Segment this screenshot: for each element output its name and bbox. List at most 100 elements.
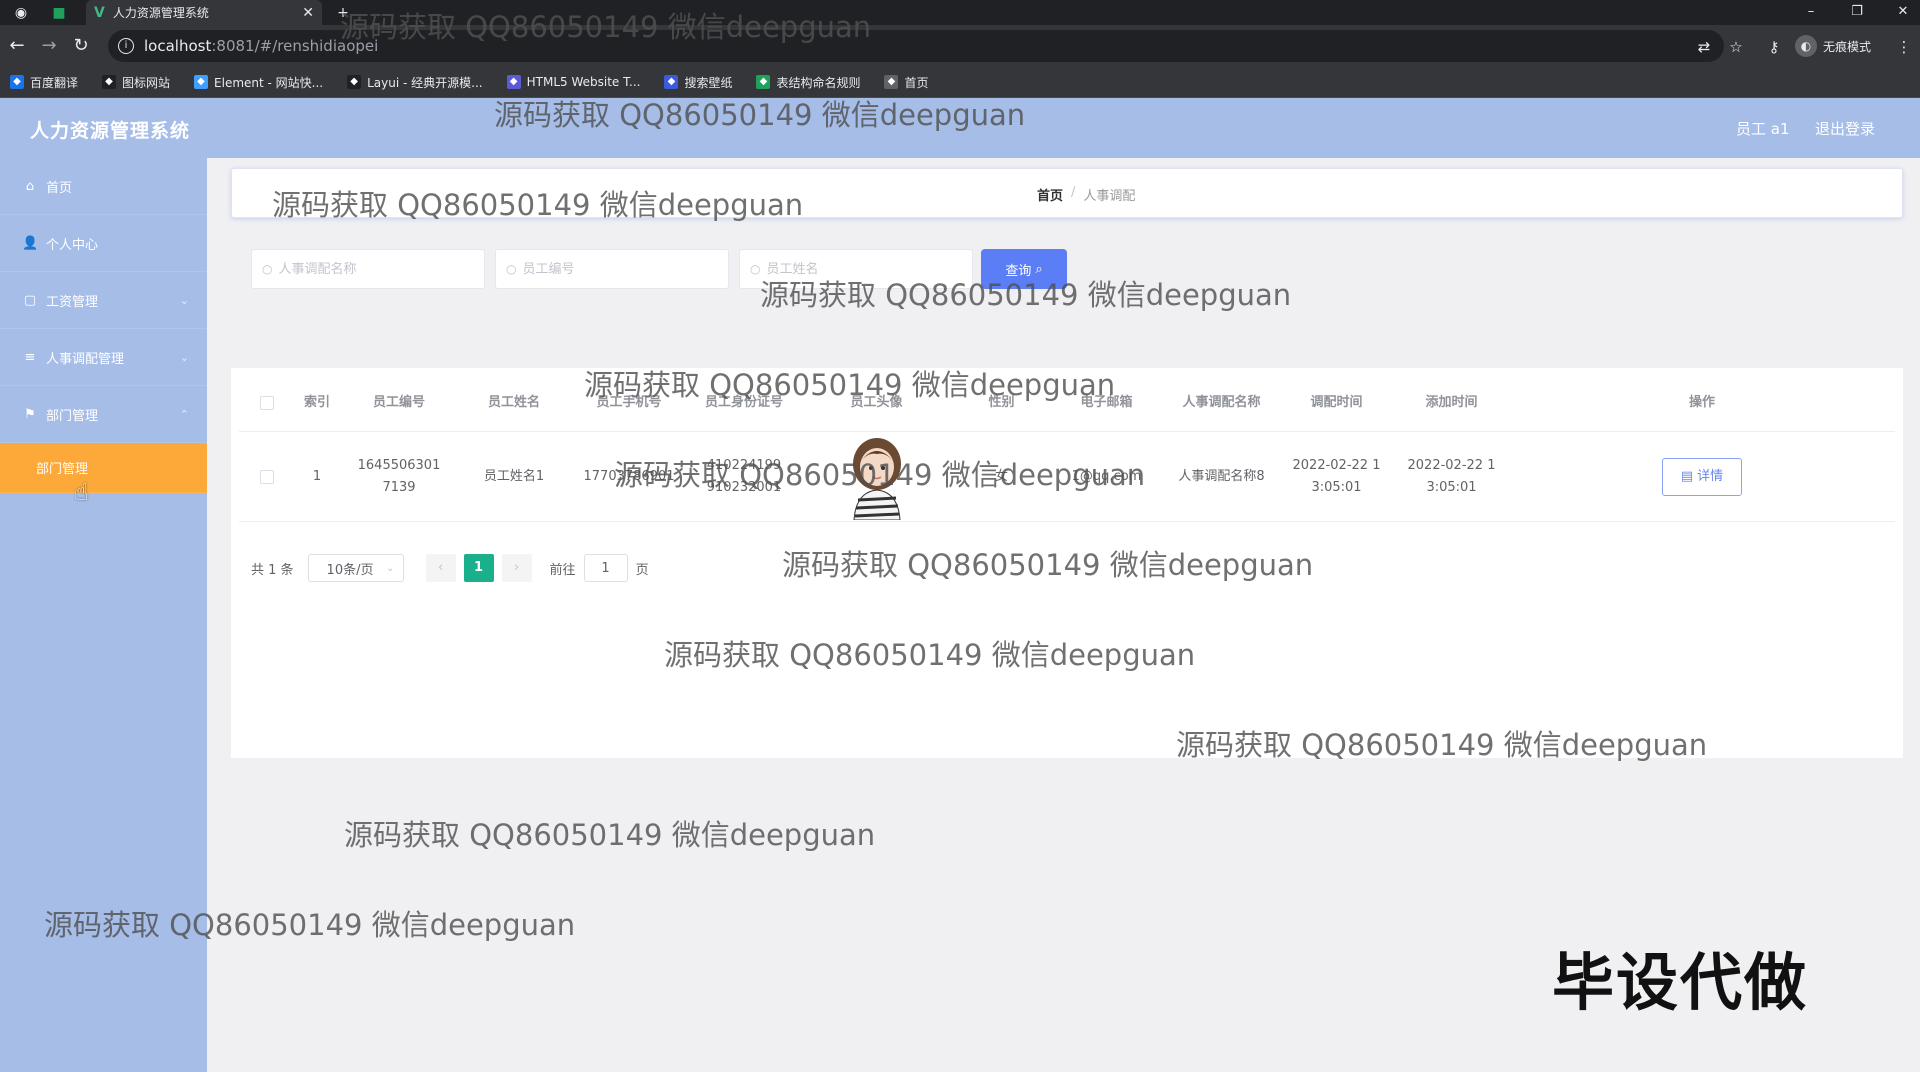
- cell-index: 1: [312, 468, 322, 484]
- cell-phone: 17703786901: [583, 468, 675, 484]
- reload-icon[interactable]: ↻: [70, 35, 92, 57]
- bookmark-favicon-icon: ◆: [347, 75, 362, 89]
- detail-button-label: 详情: [1697, 468, 1724, 484]
- goto-suffix: 页: [635, 562, 649, 578]
- bookmark-favicon-icon: ◆: [664, 75, 679, 89]
- password-key-icon[interactable]: ⚷: [1764, 37, 1784, 57]
- sidebar-item-label: 工资管理: [46, 294, 99, 310]
- bookmark-item[interactable]: ◆ 首页: [884, 74, 929, 91]
- more-menu-icon[interactable]: ⋮: [1894, 37, 1914, 57]
- bookmark-label: Element - 网站快...: [214, 75, 324, 90]
- cell-transfer-time: 2022-02-22 13:05:01: [1292, 457, 1381, 495]
- bookmarks-bar: ◆ 百度翻译 ◆ 图标网站 ◆ Element - 网站快... ◆ Layui - 经典开源…: [0, 67, 1920, 98]
- bookmark-label: 搜索壁纸: [684, 75, 733, 90]
- vue-logo-icon: V: [94, 4, 105, 21]
- current-user: 员工 a1: [1736, 120, 1790, 138]
- bookmark-favicon-icon: ◆: [102, 75, 117, 89]
- bookmark-favicon-icon: ◆: [194, 75, 209, 89]
- restore-icon[interactable]: ❐: [1842, 2, 1872, 22]
- select-all-cell: [239, 395, 295, 410]
- sidebar-subitem-department[interactable]: 部门管理: [0, 443, 207, 493]
- table-row: 1 16455063017139 员工姓名1 17703786901 41022…: [239, 432, 1895, 522]
- tab-title: 人力资源管理系统: [112, 6, 209, 20]
- bookmark-item[interactable]: ◆ 百度翻译: [10, 74, 78, 91]
- prev-page-button[interactable]: ‹: [425, 554, 456, 582]
- incognito-label: 无痕模式: [1823, 39, 1872, 54]
- sidebar-item-label: 部门管理: [36, 462, 89, 477]
- search-icon: ⌕: [1035, 261, 1043, 277]
- sidebar-item-transfer[interactable]: ≡ 人事调配管理 ⌄: [0, 329, 207, 386]
- pagination: 共 1 条 10条/页 ⌄ ‹ 1 › 前往 页: [251, 554, 649, 582]
- cell-avatar: [799, 434, 954, 520]
- sidebar-item-department[interactable]: ⚑ 部门管理 ⌃: [0, 386, 207, 443]
- header-emp-no: 员工编号: [372, 394, 425, 410]
- url-path: :8081/#/renshidiaopei: [211, 37, 379, 55]
- breadcrumb-separator: /: [1071, 185, 1076, 200]
- bookmark-item[interactable]: ◆ 表结构命名规则: [756, 74, 860, 91]
- translate-icon[interactable]: ⇄: [1694, 37, 1714, 57]
- transfer-name-field[interactable]: ○: [251, 249, 485, 289]
- cell-emp-name: 员工姓名1: [483, 468, 545, 484]
- incognito-icon: ◐: [1795, 35, 1817, 57]
- bookmark-item[interactable]: ◆ Layui - 经典开源模...: [347, 74, 483, 91]
- employee-no-field[interactable]: ○: [495, 249, 729, 289]
- logout-link[interactable]: 退出登录: [1815, 118, 1875, 139]
- bookmark-item[interactable]: ◆ Element - 网站快...: [194, 74, 323, 91]
- employee-avatar[interactable]: [842, 434, 912, 520]
- chrome-menu-icon[interactable]: ◉: [12, 4, 30, 22]
- employee-no-input[interactable]: [522, 261, 703, 277]
- select-all-checkbox[interactable]: [260, 395, 274, 410]
- user-icon: 👤: [22, 235, 39, 251]
- detail-button[interactable]: ▤ 详情: [1662, 457, 1742, 496]
- app-header: 人力资源管理系统 员工 a1 退出登录: [0, 98, 1920, 158]
- back-icon[interactable]: ←: [6, 35, 28, 57]
- page-size-select[interactable]: 10条/页 ⌄: [307, 554, 404, 582]
- sidebar-item-profile[interactable]: 👤 个人中心: [0, 215, 207, 272]
- tab-close-icon[interactable]: ✕: [302, 5, 314, 21]
- search-icon: ○: [750, 262, 761, 276]
- new-tab-icon[interactable]: +: [334, 4, 352, 22]
- pinned-tab-icon[interactable]: ■: [50, 4, 68, 22]
- header-avatar: 员工头像: [850, 394, 903, 410]
- sidebar-item-label: 个人中心: [46, 237, 99, 253]
- goto-page-input[interactable]: [583, 554, 628, 582]
- browser-toolbar: ← → ↻ i localhost:8081/#/renshidiaopei ⇄…: [0, 25, 1920, 67]
- header-transfer-time: 调配时间: [1310, 394, 1363, 410]
- bookmark-label: Layui - 经典开源模...: [367, 75, 483, 90]
- breadcrumb-home[interactable]: 首页: [1037, 185, 1063, 204]
- minimize-icon[interactable]: –: [1796, 2, 1826, 22]
- employee-name-field[interactable]: ○: [739, 249, 973, 289]
- search-icon: ○: [506, 262, 517, 276]
- forward-icon[interactable]: →: [38, 35, 60, 57]
- address-bar[interactable]: i localhost:8081/#/renshidiaopei: [108, 30, 1724, 62]
- bookmark-favicon-icon: ◆: [884, 75, 899, 89]
- home-icon: ⌂: [25, 178, 35, 194]
- header-phone: 员工手机号: [596, 394, 662, 410]
- sidebar-item-label: 首页: [46, 180, 73, 196]
- transfer-name-input[interactable]: [278, 261, 459, 277]
- cell-transfer-name: 人事调配名称8: [1178, 468, 1265, 484]
- close-window-icon[interactable]: ✕: [1888, 2, 1918, 22]
- bookmark-star-icon[interactable]: ☆: [1726, 37, 1746, 57]
- browser-tab-active[interactable]: V 人力资源管理系统 ✕: [86, 0, 322, 25]
- page-number-button[interactable]: 1: [463, 554, 494, 582]
- next-page-button[interactable]: ›: [501, 554, 532, 582]
- bookmark-item[interactable]: ◆ 图标网站: [102, 74, 170, 91]
- chevron-down-icon: ⌄: [179, 350, 189, 364]
- bookmark-item[interactable]: ◆ HTML5 Website T...: [506, 75, 640, 89]
- employee-name-input[interactable]: [766, 261, 947, 277]
- query-button[interactable]: 查询 ⌕: [981, 249, 1067, 289]
- bookmark-item[interactable]: ◆ 搜索壁纸: [664, 74, 732, 91]
- search-bar: ○ ○ ○ 查询 ⌕: [251, 249, 1067, 289]
- query-button-label: 查询: [1005, 263, 1032, 279]
- site-info-icon[interactable]: i: [118, 38, 134, 54]
- sidebar-item-salary[interactable]: ▢ 工资管理 ⌄: [0, 272, 207, 329]
- incognito-indicator[interactable]: ◐ 无痕模式: [1795, 34, 1871, 58]
- cell-actions: ▤ 详情: [1509, 457, 1895, 496]
- url-host: localhost: [144, 37, 212, 55]
- bookmark-label: 图标网站: [122, 75, 171, 90]
- search-icon: ○: [262, 262, 273, 276]
- bookmark-label: 百度翻译: [30, 75, 79, 90]
- row-checkbox[interactable]: [260, 469, 274, 484]
- sidebar-item-home[interactable]: ⌂ 首页: [0, 158, 207, 215]
